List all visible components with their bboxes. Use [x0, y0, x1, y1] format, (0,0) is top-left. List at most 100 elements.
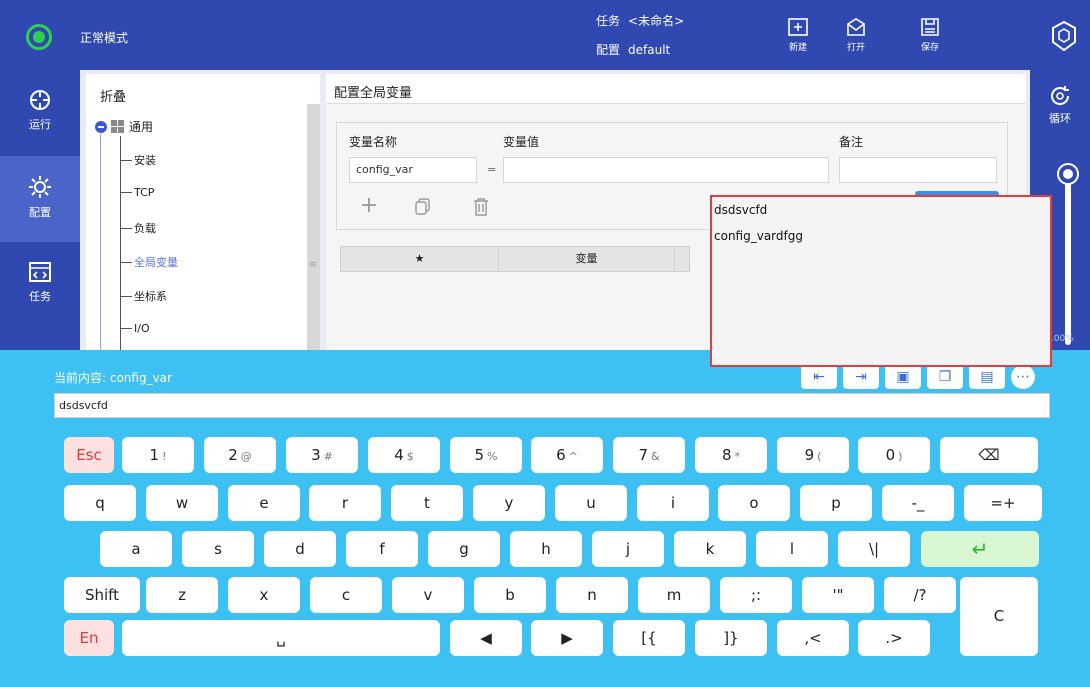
key-backspace[interactable]: ⌫ — [940, 437, 1038, 473]
key-9[interactable]: 9( — [777, 437, 849, 473]
key-shift-label: @ — [240, 450, 252, 463]
key-q[interactable]: q — [64, 485, 136, 521]
key-f[interactable]: f — [346, 531, 418, 567]
var-value-field[interactable] — [503, 157, 829, 183]
tree-item-frames[interactable]: 坐标系 — [120, 288, 167, 304]
key-r[interactable]: r — [309, 485, 381, 521]
new-button[interactable]: 新建 — [778, 16, 818, 64]
key-label: m — [666, 586, 682, 604]
speed-slider-track[interactable] — [1065, 175, 1071, 345]
tree-item-global-vars[interactable]: 全局变量 — [120, 254, 178, 270]
nav-item-config[interactable]: 配置 — [0, 156, 80, 242]
key-en[interactable]: En — [64, 620, 114, 656]
key-l[interactable]: l — [756, 531, 828, 567]
key-w[interactable]: w — [146, 485, 218, 521]
key-a[interactable]: a — [100, 531, 172, 567]
key-u[interactable]: u — [555, 485, 627, 521]
key-7[interactable]: 7 & — [613, 437, 685, 473]
key-2[interactable]: 2 @ — [204, 437, 276, 473]
speed-slider-thumb[interactable] — [1059, 165, 1077, 183]
key-period[interactable]: .> — [858, 620, 930, 656]
key-space[interactable]: ␣ — [122, 620, 440, 656]
key-v[interactable]: v — [392, 577, 464, 613]
col-header-star[interactable]: ★ — [341, 247, 499, 271]
key-g[interactable]: g — [428, 531, 500, 567]
loop-button[interactable]: 循环 — [1030, 84, 1090, 126]
key-d[interactable]: d — [264, 531, 336, 567]
key-p[interactable]: p — [800, 485, 872, 521]
key-clear[interactable]: C — [960, 577, 1038, 656]
key-left-bracket[interactable]: [{ — [613, 620, 685, 656]
key-1[interactable]: 1! — [122, 437, 194, 473]
tree-node-general[interactable]: 通用 — [95, 118, 153, 135]
key-esc[interactable]: Esc — [64, 437, 114, 473]
key-n[interactable]: n — [556, 577, 628, 613]
key-c[interactable]: c — [310, 577, 382, 613]
tree-item-io[interactable]: I/O — [120, 322, 150, 335]
key-shift[interactable]: Shift — [64, 577, 140, 613]
var-name-field[interactable]: config_var — [349, 157, 477, 183]
move-right-icon[interactable]: ⇥ — [843, 365, 879, 389]
key-label: 4 — [394, 446, 404, 464]
key-6[interactable]: 6 ^ — [531, 437, 603, 473]
key-enter[interactable]: ↵ — [921, 531, 1039, 567]
copy-icon[interactable]: ❐ — [927, 365, 963, 389]
key-slash[interactable]: /? — [884, 577, 956, 613]
key-label: ◀ — [480, 629, 492, 647]
key-semicolon[interactable]: ;: — [720, 577, 792, 613]
key-k[interactable]: k — [674, 531, 746, 567]
key-z[interactable]: z — [146, 577, 218, 613]
key-h[interactable]: h — [510, 531, 582, 567]
key-4[interactable]: 4 $ — [368, 437, 440, 473]
key-0[interactable]: 0) — [858, 437, 930, 473]
tree-collapse-title[interactable]: 折叠 — [100, 86, 126, 105]
tree-item-payload[interactable]: 负载 — [120, 220, 156, 236]
key-i[interactable]: i — [637, 485, 709, 521]
key-minus[interactable]: -_ — [882, 485, 954, 521]
delete-var-button[interactable] — [463, 193, 499, 221]
key-left[interactable]: ◀ — [450, 620, 522, 656]
tree-scrollbar[interactable] — [307, 104, 320, 350]
key-quote[interactable]: '" — [802, 577, 874, 613]
key-s[interactable]: s — [182, 531, 254, 567]
key-comma[interactable]: ,< — [777, 620, 849, 656]
save-button[interactable]: 保存 — [910, 16, 950, 64]
current-content-label: 当前内容: config_var — [54, 371, 172, 385]
more-icon[interactable]: ⋯ — [1011, 365, 1035, 389]
keyboard-input[interactable]: dsdsvcfd — [54, 393, 1050, 418]
key-x[interactable]: x — [228, 577, 300, 613]
tree-item-tcp[interactable]: TCP — [120, 186, 154, 199]
key-m[interactable]: m — [638, 577, 710, 613]
key-t[interactable]: t — [391, 485, 463, 521]
tree-item-install[interactable]: 安装 — [120, 152, 156, 168]
var-note-field[interactable] — [839, 157, 997, 183]
paste-icon[interactable]: ▤ — [969, 365, 1005, 389]
nav-item-task[interactable]: 任务 — [0, 242, 80, 328]
suggestion-item[interactable]: dsdsvcfd — [712, 197, 1050, 223]
key-label: 1 — [149, 446, 160, 464]
key-label: n — [587, 586, 597, 604]
key-e[interactable]: e — [228, 485, 300, 521]
key-right[interactable]: ▶ — [531, 620, 603, 656]
key-b[interactable]: b — [474, 577, 546, 613]
key-label: ⌫ — [978, 446, 1000, 464]
key-backslash[interactable]: \| — [838, 531, 910, 567]
key-right-bracket[interactable]: ]} — [695, 620, 767, 656]
key-y[interactable]: y — [473, 485, 545, 521]
key-label: 7 — [638, 446, 648, 464]
key-3[interactable]: 3 # — [286, 437, 358, 473]
suggestion-item[interactable]: config_vardfgg — [712, 223, 1050, 249]
collapse-toggle-icon[interactable] — [95, 120, 107, 133]
key-equals[interactable]: =+ — [964, 485, 1042, 521]
copy-var-button[interactable] — [405, 193, 441, 221]
col-header-variable[interactable]: 变量 — [499, 247, 675, 271]
nav-item-run[interactable]: 运行 — [0, 70, 80, 156]
move-left-icon[interactable]: ⇤ — [801, 365, 837, 389]
key-8[interactable]: 8 * — [695, 437, 767, 473]
key-o[interactable]: o — [718, 485, 790, 521]
key-5[interactable]: 5% — [450, 437, 522, 473]
add-var-button[interactable]: + — [351, 193, 387, 221]
open-button[interactable]: 打开 — [836, 16, 876, 64]
select-all-icon[interactable]: ▣ — [885, 365, 921, 389]
key-j[interactable]: j — [592, 531, 664, 567]
